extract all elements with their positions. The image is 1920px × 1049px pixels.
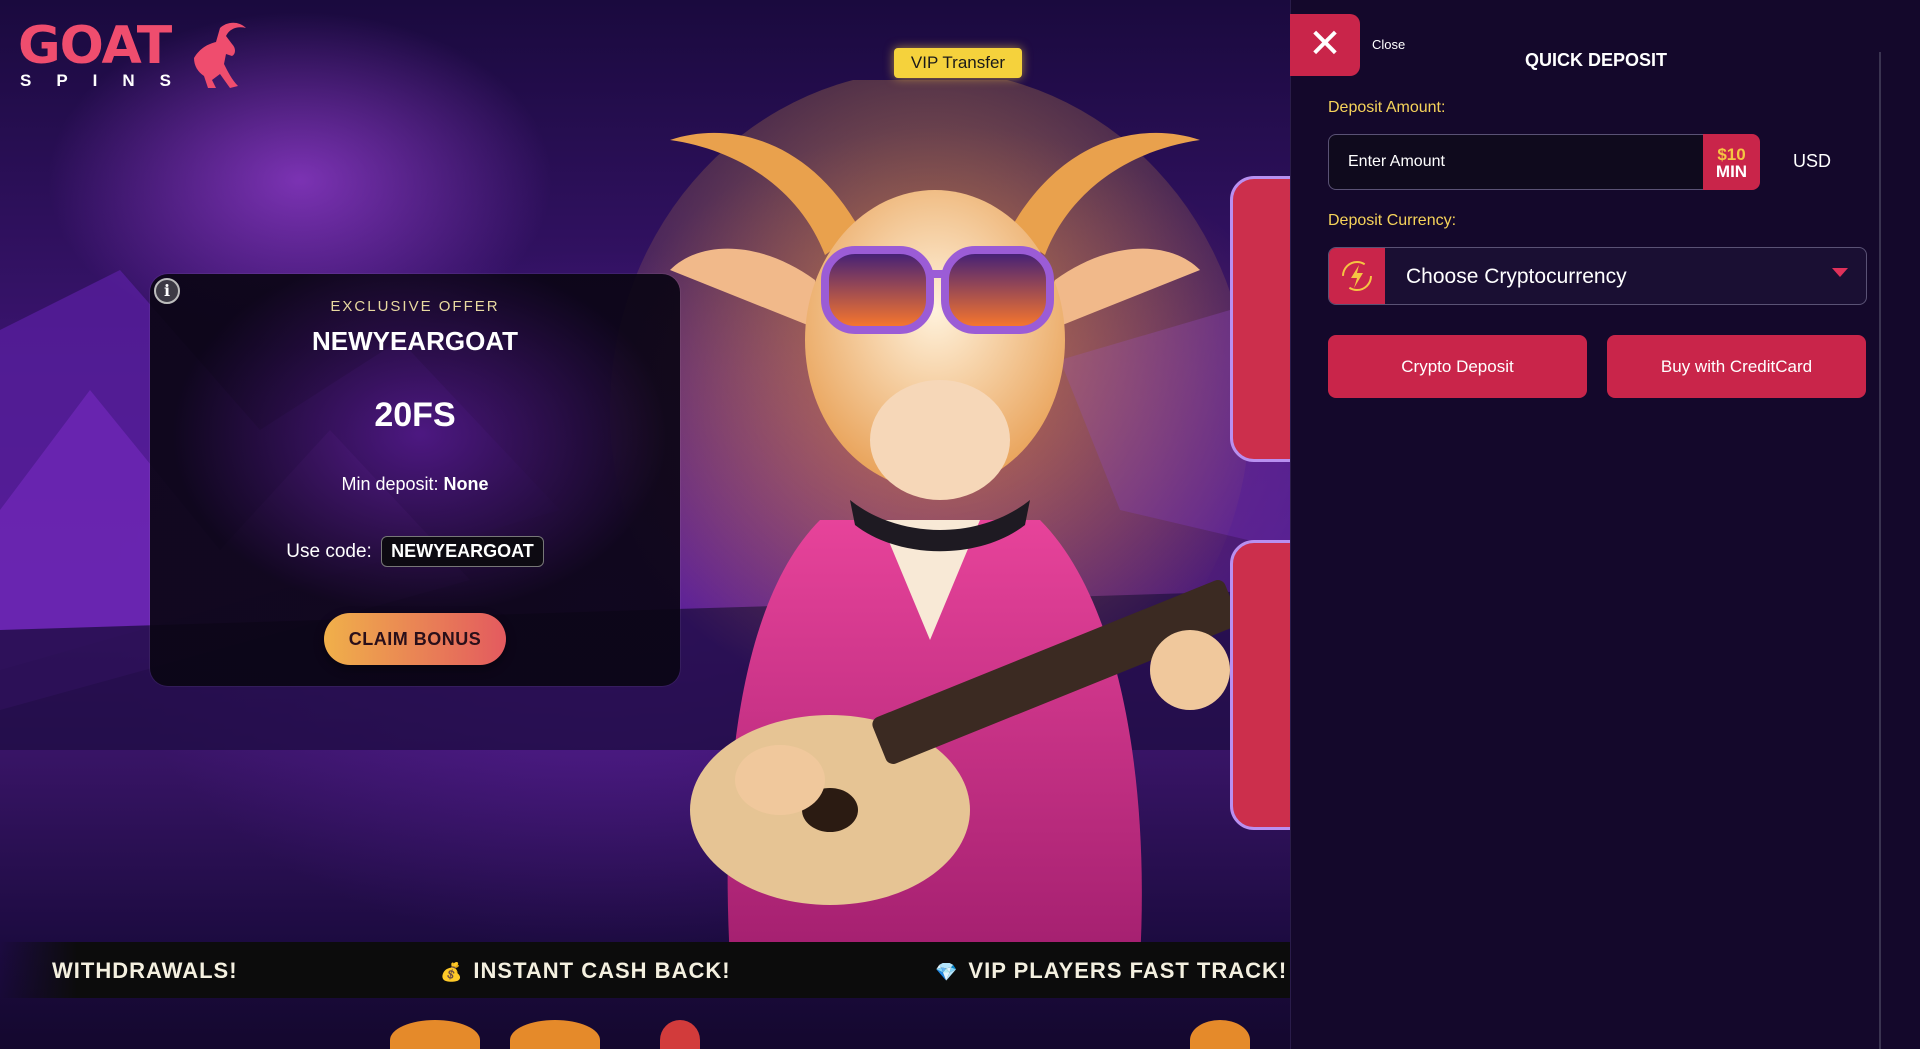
- vip-transfer-badge[interactable]: VIP Transfer: [894, 48, 1022, 78]
- money-bag-icon: 💰: [440, 962, 464, 982]
- goat-logo-icon: [194, 22, 246, 89]
- offer-eyebrow: EXCLUSIVE OFFER: [330, 298, 500, 315]
- crypto-deposit-button[interactable]: Crypto Deposit: [1328, 335, 1587, 398]
- game-thumb-peek: [510, 1020, 600, 1049]
- deposit-amount-label: Deposit Amount:: [1328, 99, 1446, 116]
- panel-title: QUICK DEPOSIT: [1524, 50, 1667, 70]
- credit-card-button[interactable]: Buy with CreditCard: [1607, 335, 1866, 398]
- claim-bonus-button[interactable]: CLAIM BONUS: [324, 613, 506, 665]
- offer-use-code: Use code: NEWYEARGOAT: [150, 536, 680, 567]
- offer-min-deposit: Min deposit: None: [150, 474, 680, 495]
- crypto-swap-icon: [1329, 248, 1385, 304]
- casino-home-page: GOAT SPINS VIP Transfer i EXCLUSIVE OFFE…: [0, 0, 1290, 1049]
- diamond-icon: 💎: [935, 962, 959, 982]
- min-badge-text: MIN: [1715, 162, 1748, 181]
- min-deposit-label: Min deposit:: [341, 474, 439, 494]
- goat-spins-logo[interactable]: GOAT SPINS: [18, 16, 246, 90]
- cryptocurrency-select-value: Choose Cryptocurrency: [1406, 265, 1627, 288]
- promo-tile-peek-top[interactable]: [1230, 176, 1290, 462]
- ticker-item-text: WITHDRAWALS!: [52, 958, 238, 983]
- logo-sub-text: SPINS: [20, 71, 197, 90]
- min-deposit-value: None: [443, 474, 489, 494]
- logo-brand-text: GOAT: [18, 16, 172, 76]
- promo-tile-peek-bottom[interactable]: [1230, 540, 1290, 830]
- bonus-code-box[interactable]: NEWYEARGOAT: [381, 536, 544, 567]
- game-thumb-peek: [1190, 1020, 1250, 1049]
- min-badge-amount: $10: [1717, 145, 1746, 164]
- deposit-amount-input[interactable]: [1328, 134, 1704, 190]
- ticker-item-text: VIP PLAYERS FAST TRACK!: [968, 958, 1288, 983]
- game-thumb-peek: [390, 1020, 480, 1049]
- deposit-currency-label: Deposit Currency:: [1328, 212, 1457, 229]
- offer-amount: 20FS: [374, 396, 456, 434]
- game-thumb-peek: [660, 1020, 700, 1049]
- chevron-down-icon: [1832, 268, 1848, 277]
- ticker-item: 💎 VIP PLAYERS FAST TRACK!: [935, 958, 1287, 984]
- use-code-label: Use code:: [286, 541, 372, 562]
- ticker-item: WITHDRAWALS!: [52, 958, 238, 984]
- ticker-item-text: INSTANT CASH BACK!: [473, 958, 731, 983]
- cryptocurrency-select[interactable]: Choose Cryptocurrency: [1328, 247, 1867, 305]
- currency-code: USD: [1793, 151, 1832, 171]
- promo-ticker: WITHDRAWALS! 💰 INSTANT CASH BACK! 💎 VIP PL…: [0, 942, 1290, 998]
- goat-guitarist-illustration: [610, 80, 1250, 960]
- panel-scrollbar[interactable]: [1879, 52, 1881, 1049]
- min-amount-badge: $10 MIN: [1703, 134, 1760, 190]
- ticker-item: 💰 INSTANT CASH BACK!: [440, 958, 731, 984]
- offer-code-title: NEWYEARGOAT: [311, 326, 519, 356]
- exclusive-offer-card: i EXCLUSIVE OFFER NEWYEARGOAT 20FS Min d…: [150, 274, 680, 686]
